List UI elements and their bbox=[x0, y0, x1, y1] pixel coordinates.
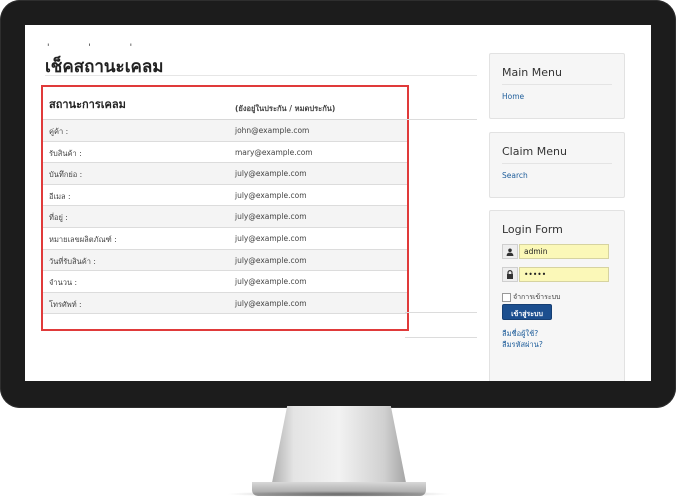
row-value: july@example.com bbox=[235, 169, 307, 179]
module-divider bbox=[502, 84, 612, 85]
title-divider bbox=[45, 75, 477, 76]
claim-menu-module: Claim Menu Search bbox=[489, 132, 625, 198]
monitor-stand bbox=[270, 406, 408, 488]
row-label: บันทึกย่อ : bbox=[49, 170, 83, 180]
warranty-column-header: (ยังอยู่ในประกัน / หมดประกัน) bbox=[235, 104, 336, 113]
table-row: วันที่รับสินค้า : july@example.com bbox=[43, 249, 407, 272]
login-button[interactable]: เข้าสู่ระบบ bbox=[502, 304, 552, 320]
monitor-shadow bbox=[226, 491, 452, 497]
row-value: july@example.com bbox=[235, 255, 307, 265]
claim-status-heading: สถานะการเคลม bbox=[49, 98, 126, 111]
row-value: july@example.com bbox=[235, 298, 307, 308]
row-label: รับสินค้า : bbox=[49, 148, 82, 158]
top-fragment: ' ' ' bbox=[47, 43, 151, 53]
username-input[interactable] bbox=[519, 244, 609, 259]
password-row: ••••• bbox=[502, 267, 609, 282]
table-line-extension bbox=[405, 312, 477, 313]
table-row: โทรศัพท์ : july@example.com bbox=[43, 292, 407, 315]
main-menu-title: Main Menu bbox=[502, 66, 562, 79]
claim-table: คู่ค้า : john@example.com รับสินค้า : ma… bbox=[43, 119, 407, 315]
claim-panel-header: สถานะการเคลม (ยังอยู่ในประกัน / หมดประกั… bbox=[43, 87, 407, 119]
row-value: mary@example.com bbox=[235, 147, 313, 157]
row-label: จำนวน : bbox=[49, 278, 77, 288]
table-line-extension bbox=[405, 337, 477, 338]
row-value: john@example.com bbox=[235, 126, 310, 135]
table-row: จำนวน : july@example.com bbox=[43, 271, 407, 293]
user-icon bbox=[502, 244, 518, 259]
lock-icon bbox=[502, 267, 518, 282]
remember-me-checkbox[interactable] bbox=[502, 293, 511, 302]
row-value: july@example.com bbox=[235, 212, 307, 222]
row-label: หมายเลขผลิตภัณฑ์ : bbox=[49, 234, 117, 244]
row-label: คู่ค้า : bbox=[49, 127, 69, 136]
username-row bbox=[502, 244, 609, 259]
row-value: july@example.com bbox=[235, 190, 307, 200]
module-divider bbox=[502, 163, 612, 164]
claim-status-panel: สถานะการเคลม (ยังอยู่ในประกัน / หมดประกั… bbox=[41, 85, 409, 331]
row-value: july@example.com bbox=[235, 277, 307, 287]
search-link[interactable]: Search bbox=[502, 171, 528, 180]
home-link[interactable]: Home bbox=[502, 92, 524, 101]
login-form-title: Login Form bbox=[502, 223, 563, 236]
row-label: ที่อยู่ : bbox=[49, 213, 68, 223]
table-row: ที่อยู่ : july@example.com bbox=[43, 206, 407, 228]
monitor-screen: ' ' ' เช็คสถานะเคลม สถานะการเคลม (ยังอยู… bbox=[25, 25, 651, 381]
row-label: อีเมล : bbox=[49, 191, 71, 201]
row-label: โทรศัพท์ : bbox=[49, 299, 82, 309]
table-row: อีเมล : july@example.com bbox=[43, 185, 407, 207]
table-row: หมายเลขผลิตภัณฑ์ : july@example.com bbox=[43, 228, 407, 250]
row-value: july@example.com bbox=[235, 233, 307, 243]
claim-menu-title: Claim Menu bbox=[502, 145, 567, 158]
login-form-module: Login Form ••••• จำการเข้าระบบ เข้าสู่ระ… bbox=[489, 210, 625, 381]
password-input[interactable]: ••••• bbox=[519, 267, 609, 282]
table-row: คู่ค้า : john@example.com bbox=[43, 120, 407, 142]
forgot-password-link[interactable]: ลืมรหัสผ่าน? bbox=[502, 339, 543, 351]
table-line-extension bbox=[405, 119, 477, 120]
main-menu-module: Main Menu Home bbox=[489, 53, 625, 119]
row-label: วันที่รับสินค้า : bbox=[49, 256, 96, 266]
remember-me-label: จำการเข้าระบบ bbox=[513, 293, 561, 301]
table-row: รับสินค้า : mary@example.com bbox=[43, 142, 407, 164]
table-row: บันทึกย่อ : july@example.com bbox=[43, 163, 407, 185]
